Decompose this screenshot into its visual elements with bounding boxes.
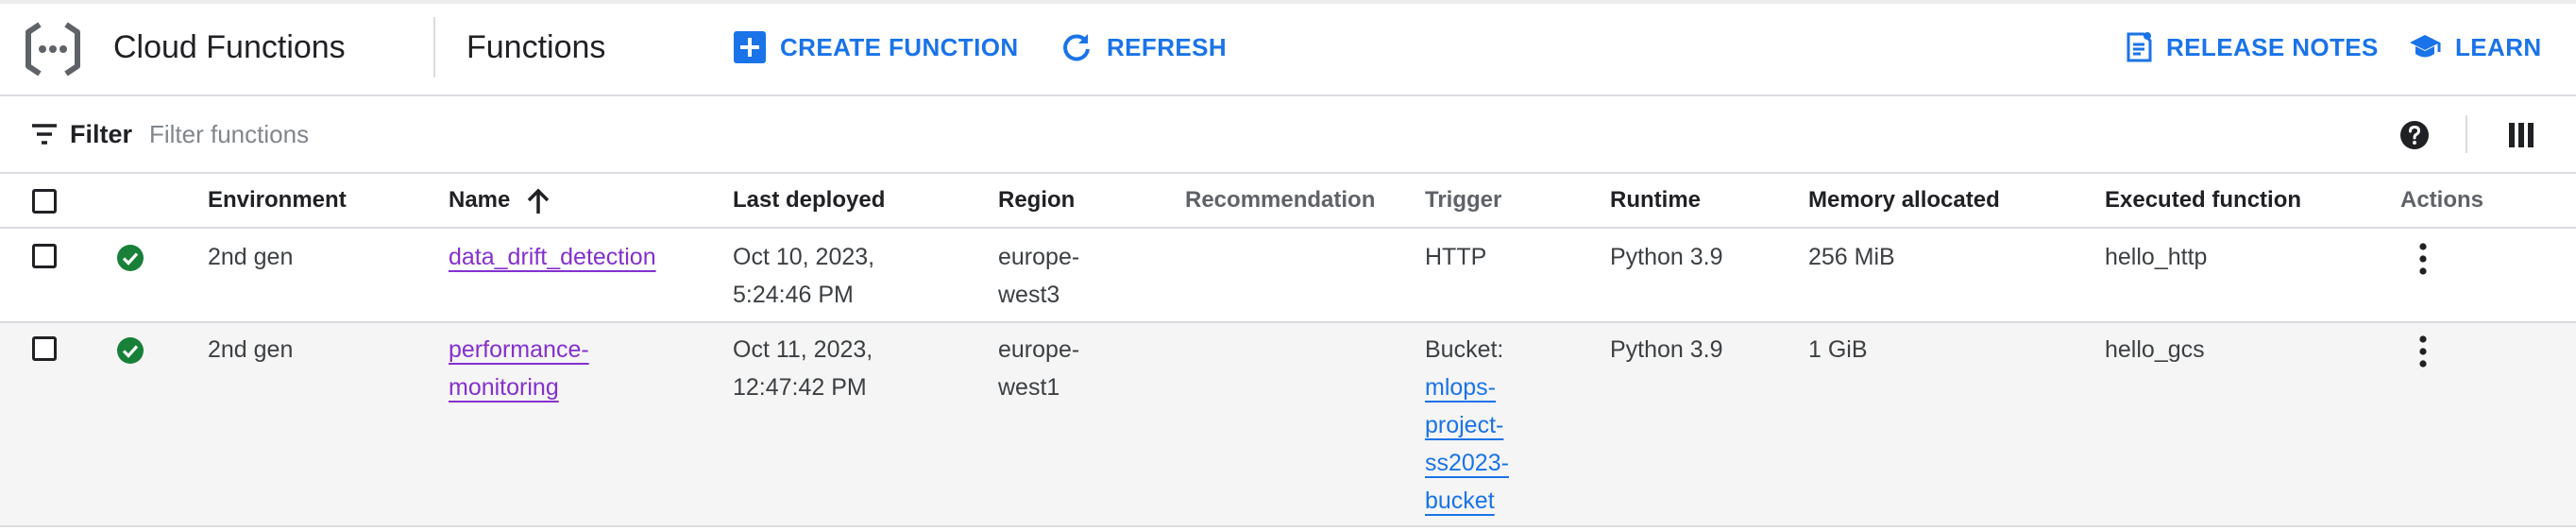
- function-name-link[interactable]: data_drift_detection: [449, 238, 656, 276]
- memory-cell: 256 MiB: [1808, 244, 1895, 270]
- column-header-executed-function[interactable]: Executed function: [2105, 187, 2301, 214]
- function-name-link[interactable]: performance- monitoring: [449, 331, 589, 406]
- help-icon[interactable]: [2398, 119, 2431, 151]
- last-deployed-time: 5:24:46 PM: [733, 282, 854, 308]
- column-header-recommendation[interactable]: Recommendation: [1185, 187, 1375, 214]
- runtime-cell: Python 3.9: [1610, 244, 1723, 270]
- select-all-checkbox[interactable]: [32, 189, 57, 214]
- release-notes-button[interactable]: RELEASE NOTES: [2125, 21, 2379, 74]
- environment-cell: 2nd gen: [208, 336, 294, 363]
- trigger-cell: HTTP: [1425, 244, 1487, 270]
- last-deployed-cell: Oct 10, 2023, 5:24:46 PM: [733, 238, 874, 314]
- function-name-line[interactable]: data_drift_detection: [449, 238, 656, 276]
- trigger-label: Bucket:: [1425, 336, 1504, 363]
- bucket-link[interactable]: project-: [1425, 406, 1509, 444]
- column-header-memory[interactable]: Memory allocated: [1808, 187, 2000, 214]
- learn-button[interactable]: LEARN: [2408, 21, 2542, 74]
- more-vert-icon[interactable]: [2412, 240, 2434, 278]
- region-cell: europe- west3: [998, 238, 1079, 314]
- column-header-actions: Actions: [2400, 187, 2484, 213]
- last-deployed-cell: Oct 11, 2023, 12:47:42 PM: [733, 331, 873, 406]
- add-box-icon: [734, 31, 766, 63]
- check-circle-icon: [117, 337, 144, 364]
- header-divider: [433, 17, 435, 77]
- create-function-button[interactable]: CREATE FUNCTION: [733, 21, 1019, 74]
- release-notes-icon: [2127, 32, 2152, 62]
- cloud-functions-logo: [25, 22, 80, 77]
- runtime-cell: Python 3.9: [1610, 336, 1723, 363]
- check-circle-icon: [117, 245, 144, 271]
- app-title: Cloud Functions: [113, 29, 346, 65]
- row-checkbox[interactable]: [32, 336, 57, 361]
- column-header-runtime[interactable]: Runtime: [1610, 187, 1701, 214]
- filter-label: Filter: [70, 120, 133, 148]
- arrow-upward-icon[interactable]: [525, 187, 551, 215]
- column-header-region[interactable]: Region: [998, 187, 1075, 214]
- trigger-cell: Bucket: mlops- project- ss2023- bucket: [1425, 331, 1509, 520]
- memory-cell: 1 GiB: [1808, 336, 1868, 363]
- executed-function-cell: hello_http: [2105, 244, 2208, 270]
- last-deployed-time: 12:47:42 PM: [733, 374, 867, 401]
- create-function-label: CREATE FUNCTION: [780, 32, 1019, 61]
- function-name-line[interactable]: performance-: [449, 331, 589, 368]
- function-name-line[interactable]: monitoring: [449, 368, 589, 406]
- release-notes-label: RELEASE NOTES: [2166, 32, 2379, 61]
- column-header-environment[interactable]: Environment: [208, 187, 347, 214]
- column-header-trigger[interactable]: Trigger: [1425, 187, 1501, 214]
- region-line: europe-: [998, 244, 1080, 270]
- refresh-button[interactable]: REFRESH: [1059, 21, 1227, 74]
- column-header-name[interactable]: Name: [449, 187, 510, 214]
- filter-input[interactable]: [142, 111, 2329, 157]
- bucket-link[interactable]: bucket: [1425, 482, 1509, 520]
- last-deployed-date: Oct 11, 2023,: [733, 336, 873, 363]
- region-cell: europe- west1: [998, 331, 1079, 406]
- bucket-link[interactable]: ss2023-: [1425, 444, 1509, 482]
- region-line: west1: [998, 374, 1060, 401]
- school-icon: [2410, 35, 2441, 58]
- environment-cell: 2nd gen: [208, 244, 294, 270]
- toolbar-divider: [2466, 115, 2467, 153]
- region-line: west3: [998, 282, 1060, 308]
- refresh-icon: [1063, 34, 1090, 61]
- region-line: europe-: [998, 336, 1080, 363]
- more-vert-icon[interactable]: [2412, 333, 2434, 370]
- last-deployed-date: Oct 10, 2023,: [733, 244, 875, 270]
- column-display-icon[interactable]: [2508, 121, 2534, 149]
- refresh-label: REFRESH: [1107, 32, 1228, 61]
- page-title: Functions: [466, 29, 606, 65]
- executed-function-cell: hello_gcs: [2105, 336, 2205, 363]
- learn-label: LEARN: [2455, 32, 2542, 61]
- filter-list-icon[interactable]: [30, 121, 59, 147]
- column-header-last-deployed[interactable]: Last deployed: [733, 187, 885, 214]
- row-checkbox[interactable]: [32, 244, 57, 268]
- bucket-link[interactable]: mlops-: [1425, 368, 1509, 406]
